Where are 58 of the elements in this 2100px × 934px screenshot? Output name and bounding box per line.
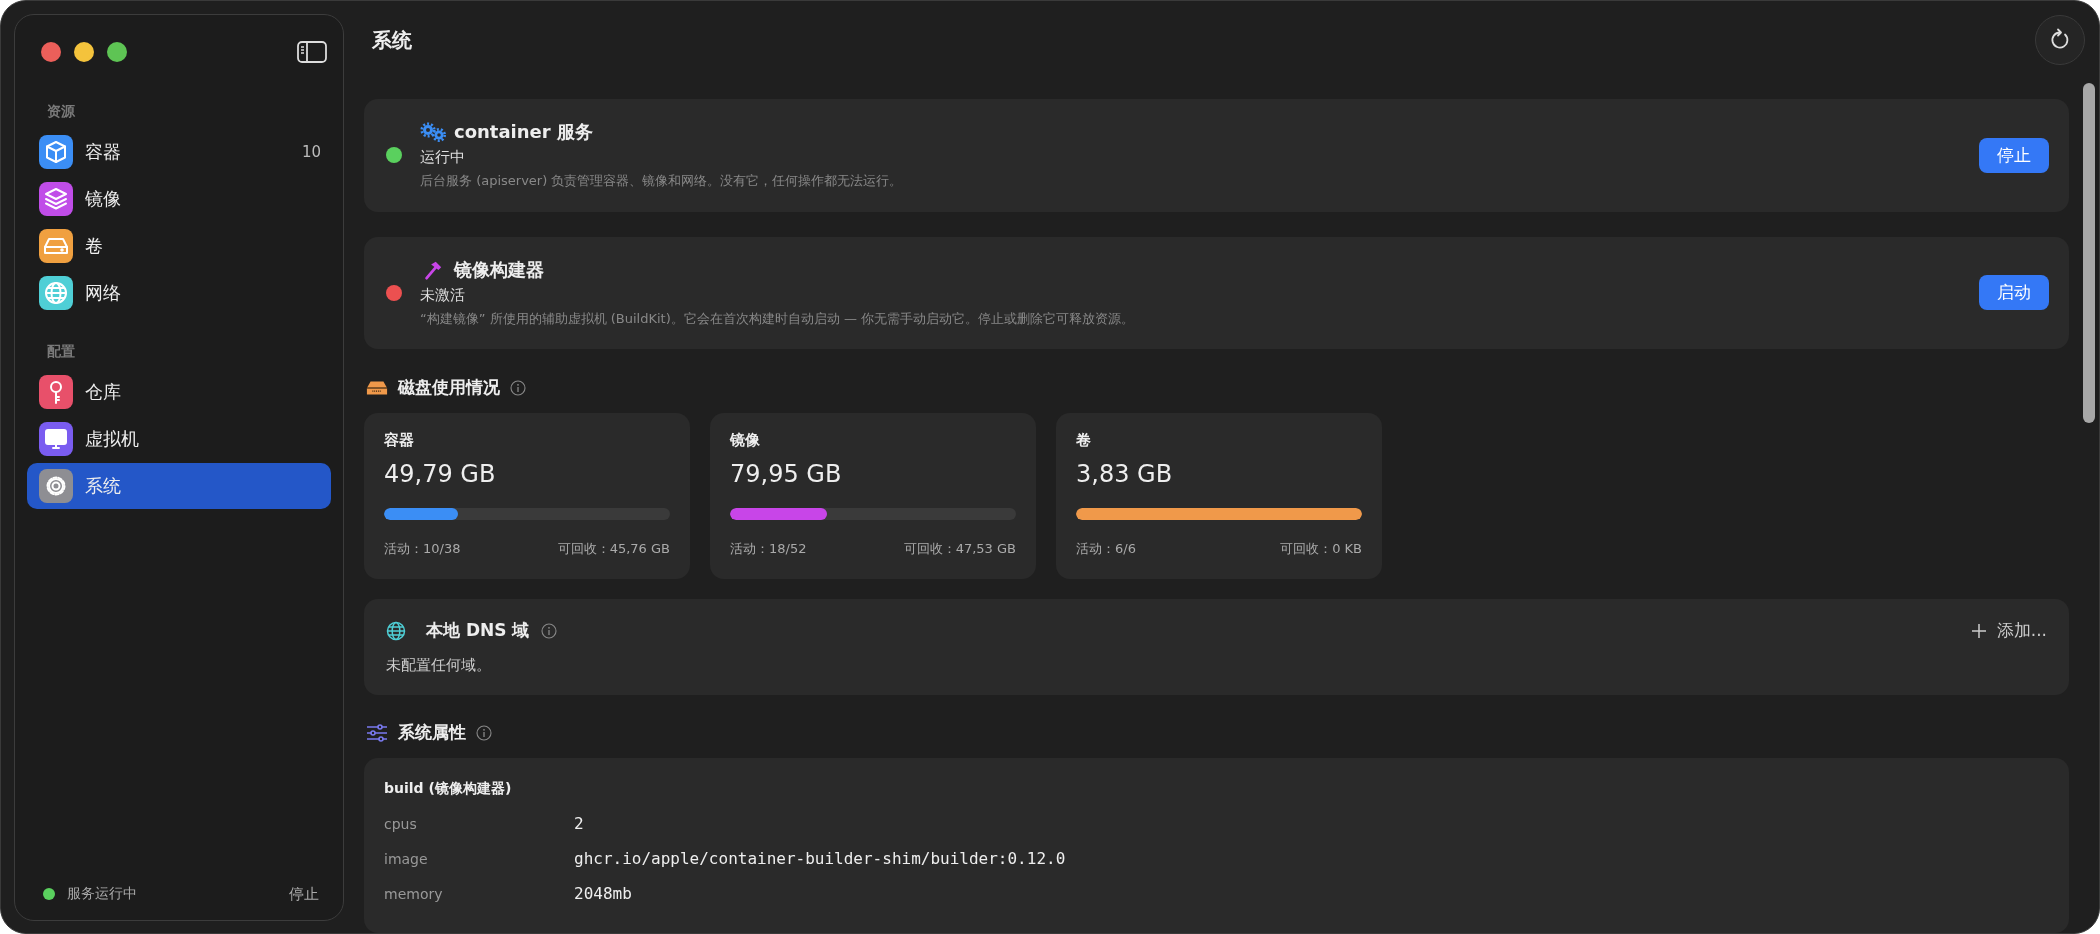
sidebar-item[interactable]: 容器 10 <box>27 129 331 175</box>
info-icon[interactable] <box>476 724 492 741</box>
service-title: 镜像构建器 <box>454 257 544 282</box>
disk-size: 79,95 GB <box>730 460 843 488</box>
service-status: 服务运行中 <box>67 885 137 903</box>
reclaimable-size: 可回收：45,76 GB <box>557 540 670 558</box>
property-key: memory <box>384 885 574 902</box>
section-title: 本地 DNS 域 <box>426 619 530 642</box>
active-count: 活动：6/6 <box>1076 540 1136 558</box>
item-count: 10 <box>301 143 321 161</box>
sidebar-item[interactable]: 仓库 <box>27 369 331 415</box>
property-value: 2048mb <box>574 884 632 903</box>
empty-message: 未配置任何域。 <box>386 656 492 675</box>
page-title: 系统 <box>372 26 412 54</box>
disk-size: 3,83 GB <box>1076 460 1174 488</box>
property-key: image <box>384 850 574 867</box>
sidebar-item[interactable]: 卷 <box>27 223 331 269</box>
globe-icon <box>386 620 406 641</box>
minimize-button[interactable] <box>74 42 94 62</box>
sidebar-item[interactable]: 镜像 <box>27 176 331 222</box>
service-description: 后台服务 (apiserver) 负责管理容器、镜像和网络。没有它，任何操作都无法运行。 <box>420 172 904 191</box>
plus-icon <box>1970 622 1987 639</box>
sidebar-section-title: 资源 <box>46 103 76 121</box>
disk-label: 卷 <box>1076 431 1092 450</box>
action-button[interactable]: 启动 <box>1979 275 2049 311</box>
sidebar-item[interactable]: 虚拟机 <box>27 416 331 462</box>
sidebar-section-title: 配置 <box>46 343 76 361</box>
service-description: “构建镜像” 所使用的辅助虚拟机 (BuildKit)。它会在首次构建时自动启动 — 你无需手动启动它。停止或删除它可释放资源。 <box>420 309 1135 328</box>
stop-button[interactable]: 停止 <box>289 884 319 904</box>
disk-size: 49,79 GB <box>384 460 497 488</box>
property-value: ghcr.io/apple/container-builder-shim/builder:0.12.0 <box>574 849 1066 868</box>
active-count: 活动：10/38 <box>384 540 461 558</box>
reclaimable-size: 可回收：47,53 GB <box>903 540 1016 558</box>
service-status: 未激活 <box>420 285 466 305</box>
property-value: 2 <box>574 814 584 833</box>
section-title: 系统属性 <box>398 721 466 744</box>
active-count: 活动：18/52 <box>730 540 807 558</box>
property-key: cpus <box>384 815 574 832</box>
info-icon[interactable] <box>541 622 558 639</box>
disk-label: 镜像 <box>730 431 761 450</box>
close-button[interactable] <box>41 42 61 62</box>
disk-label: 容器 <box>384 431 415 450</box>
sidebar-item[interactable]: 系统 <box>27 463 331 509</box>
group-title: build (镜像构建器) <box>384 780 513 798</box>
service-title: container 服务 <box>454 120 593 145</box>
sidebar-item[interactable]: 网络 <box>27 270 331 316</box>
sidebar-toggle-icon[interactable] <box>297 41 327 63</box>
sliders-icon <box>366 723 388 742</box>
gears-icon <box>420 122 446 143</box>
action-button[interactable]: 停止 <box>1979 137 2049 173</box>
zoom-button[interactable] <box>107 42 127 62</box>
add-button[interactable]: 添加... <box>1970 619 2047 642</box>
refresh-button[interactable] <box>2035 15 2085 65</box>
section-title: 磁盘使用情况 <box>398 376 500 399</box>
reclaimable-size: 可回收：0 KB <box>1280 540 1362 558</box>
info-icon[interactable] <box>510 379 526 396</box>
service-status: 运行中 <box>420 148 466 168</box>
scrollbar[interactable] <box>2083 83 2095 423</box>
